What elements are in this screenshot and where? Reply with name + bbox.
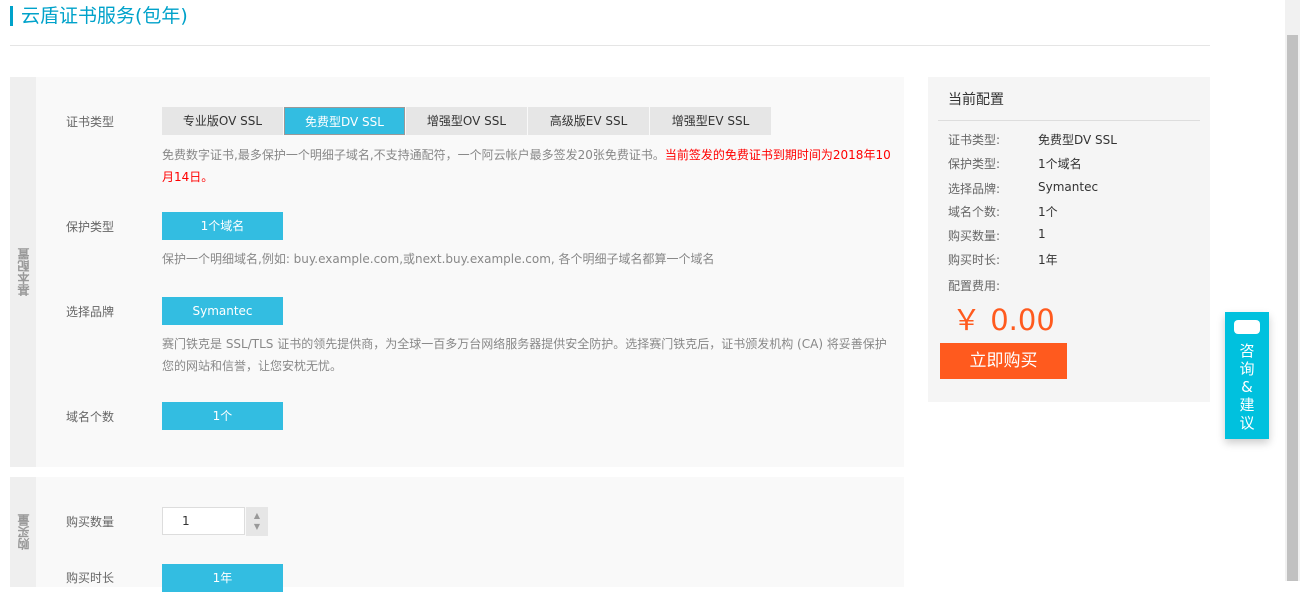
price: ￥ 0.00 <box>952 303 1055 337</box>
protect-description: 保护一个明细域名,例如: buy.example.com,或next.buy.e… <box>162 252 715 266</box>
cert-description: 免费数字证书,最多保护一个明细子域名,不支持通配符，一个阿云帐户最多签发20张免… <box>162 148 891 184</box>
cert-option-free-dv[interactable]: 免费型DV SSL <box>284 107 405 135</box>
config-key: 证书类型: <box>948 133 1001 147</box>
float-char: 询 <box>1239 360 1255 378</box>
quantity-label: 购买数量 <box>66 515 115 529</box>
float-char: & <box>1241 378 1253 396</box>
float-char: 咨 <box>1239 342 1255 360</box>
config-key: 购买时长: <box>948 253 1001 267</box>
quantity-stepper[interactable]: ▲ ▼ <box>246 507 268 536</box>
purchase-panel: 购买量 购买数量 1 ▲ ▼ 购买时长 1年 <box>10 477 904 592</box>
protect-option[interactable]: 1个域名 <box>162 212 283 240</box>
config-value: 免费型DV SSL <box>1038 133 1117 147</box>
duration-option[interactable]: 1年 <box>162 564 283 592</box>
quantity-input[interactable]: 1 <box>162 507 245 535</box>
config-key: 选择品牌: <box>948 182 1001 196</box>
fee-label: 配置费用: <box>948 279 1001 293</box>
domains-label: 域名个数 <box>66 410 115 424</box>
divider <box>10 45 1210 46</box>
config-value: 1个域名 <box>1038 157 1082 171</box>
config-title: 当前配置 <box>938 77 1200 121</box>
brand-option[interactable]: Symantec <box>162 297 283 325</box>
config-value: 1 <box>1038 227 1046 241</box>
basic-config-panel: 基本配置 证书类型 专业版OV SSL 免费型DV SSL 增强型OV SSL … <box>10 77 904 467</box>
float-char: 议 <box>1239 414 1255 432</box>
scrollbar-thumb[interactable] <box>1287 35 1298 581</box>
current-config-panel: 当前配置 证书类型: 免费型DV SSL 保护类型: 1个域名 选择品牌: Syman… <box>928 77 1210 402</box>
config-value: Symantec <box>1038 180 1099 194</box>
chat-icon <box>1234 320 1260 334</box>
cert-option-enh-ov[interactable]: 增强型OV SSL <box>406 107 527 135</box>
brand-description: 赛门铁克是 SSL/TLS 证书的领先提供商，为全球一百多万台网络服务器提供安全… <box>162 337 887 373</box>
protect-type-label: 保护类型 <box>66 220 115 234</box>
config-key: 保护类型: <box>948 157 1001 171</box>
page-title: 云盾证书服务(包年) <box>10 6 188 26</box>
cert-option-pro-ov[interactable]: 专业版OV SSL <box>162 107 283 135</box>
domains-option[interactable]: 1个 <box>162 402 283 430</box>
float-char: 建 <box>1239 396 1255 414</box>
brand-label: 选择品牌 <box>66 305 115 319</box>
config-key: 域名个数: <box>948 205 1001 219</box>
config-value: 1年 <box>1038 253 1058 267</box>
cert-option-enh-ev[interactable]: 增强型EV SSL <box>650 107 771 135</box>
buy-now-button[interactable]: 立即购买 <box>940 343 1067 379</box>
cert-option-adv-ev[interactable]: 高级版EV SSL <box>528 107 649 135</box>
consult-suggest-button[interactable]: 咨 询 & 建 议 <box>1225 312 1269 439</box>
config-key: 购买数量: <box>948 229 1001 243</box>
duration-label: 购买时长 <box>66 571 115 585</box>
side-label: 基本配置 <box>10 77 36 467</box>
side-label: 购买量 <box>10 477 36 587</box>
config-value: 1个 <box>1038 205 1058 219</box>
cert-type-label: 证书类型 <box>66 115 115 129</box>
